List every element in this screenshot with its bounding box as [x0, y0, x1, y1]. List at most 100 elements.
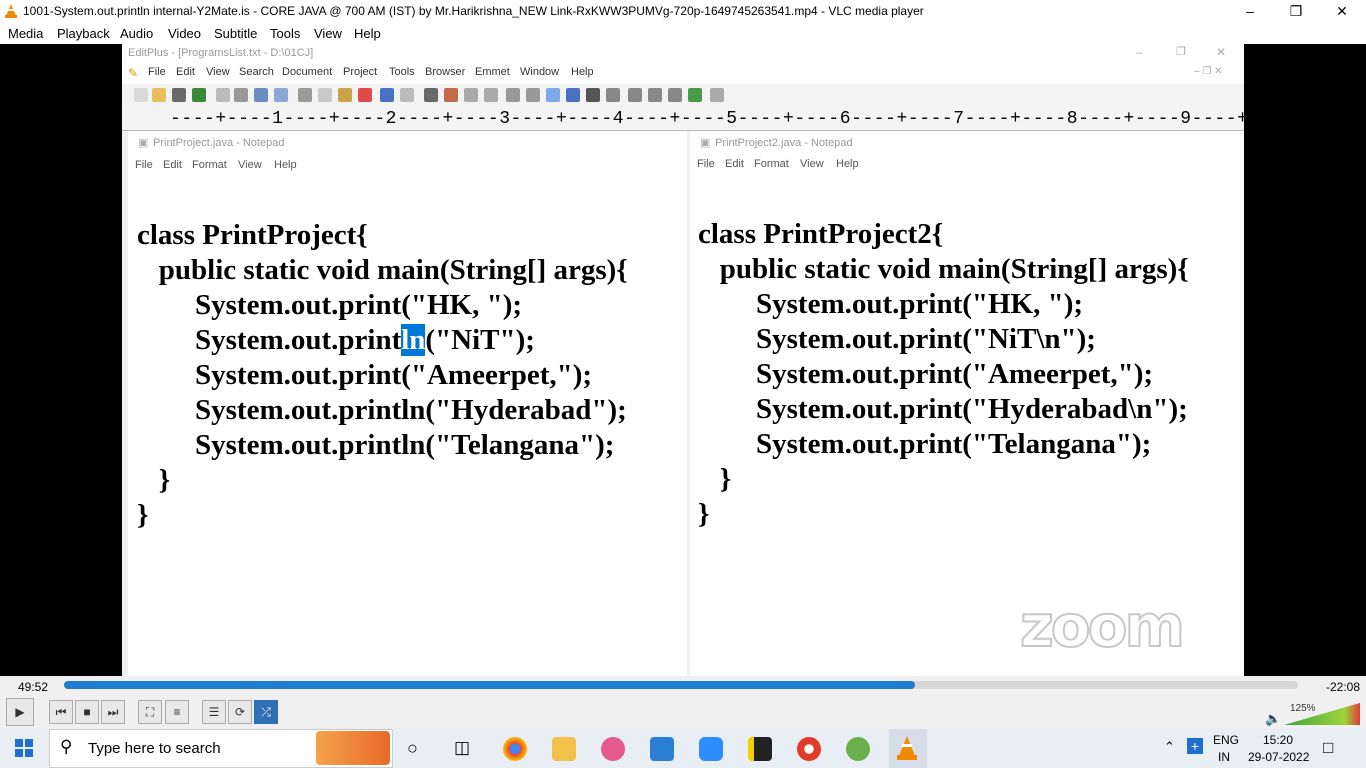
restore-button[interactable]: ❐ — [1273, 0, 1319, 23]
editplus-title: EditPlus - [ProgramsList.txt - D:\01CJ] — [128, 47, 314, 59]
ruler-text: ----+----1----+----2----+----3----+----4… — [170, 109, 1244, 129]
add-icon[interactable]: + — [1187, 738, 1203, 754]
windows-start-icon[interactable] — [15, 739, 33, 757]
notepad-left: ▣ PrintProject.java - Notepad File Edit … — [128, 131, 687, 676]
cortana-icon[interactable]: ○ — [407, 738, 418, 759]
code-line: } — [698, 498, 710, 530]
np-left-menu-file: File — [135, 159, 153, 171]
np-left-menu-edit: Edit — [163, 159, 182, 171]
code-line: System.out.print("NiT\n"); — [698, 323, 1096, 355]
clock-date[interactable]: 29-07-2022 — [1248, 750, 1309, 764]
undo-icon — [380, 88, 394, 102]
menu-playback[interactable]: Playback — [57, 26, 110, 41]
np-right-menu-file: File — [697, 158, 715, 170]
help-icon — [710, 88, 724, 102]
code-text: System.out.print — [137, 324, 402, 356]
replace-icon — [444, 88, 458, 102]
editplus-title-bar: EditPlus - [ProgramsList.txt - D:\01CJ] … — [122, 44, 1244, 64]
np-left-menu-format: Format — [192, 159, 227, 171]
hex-icon — [526, 88, 540, 102]
code-line: public static void main(String[] args){ — [698, 253, 1189, 285]
extended-settings-button[interactable]: ≡ — [165, 700, 189, 724]
notepad-right-title: PrintProject2.java - Notepad — [715, 137, 853, 149]
find-in-files-icon — [464, 88, 478, 102]
cliptext-icon — [648, 88, 662, 102]
editplus-ruler: ----+----1----+----2----+----3----+----4… — [122, 108, 1244, 131]
close-button[interactable]: ✕ — [1319, 0, 1365, 23]
ep-menu-search: Search — [239, 66, 274, 78]
pencil-icon: ✎ — [128, 66, 139, 80]
ep-menu-emmet: Emmet — [475, 66, 510, 78]
line-number-icon — [566, 88, 580, 102]
code-line: System.out.print("Hyderabad\n"); — [698, 393, 1188, 425]
window-title: 1001-System.out.println internal-Y2Mate.… — [23, 4, 924, 18]
menu-view[interactable]: View — [314, 26, 342, 41]
editplus-close-icon: ✕ — [1216, 45, 1227, 59]
vlc-menu-bar — [0, 23, 1366, 44]
snipping-tool-icon[interactable] — [601, 737, 625, 761]
editplus-restore-icon: ❐ — [1176, 46, 1186, 58]
menu-audio[interactable]: Audio — [120, 26, 153, 41]
loop-button[interactable]: ⟳ — [228, 700, 252, 724]
editplus-toolbar — [122, 84, 1244, 109]
shuffle-button[interactable]: ⤮ — [254, 700, 278, 724]
recorder-icon[interactable] — [797, 737, 821, 761]
task-view-icon[interactable]: ◫ — [454, 738, 470, 758]
save-all-icon — [192, 88, 206, 102]
toolbar-icon — [628, 88, 642, 102]
font-icon — [506, 88, 520, 102]
ep-menu-window: Window — [520, 66, 560, 78]
selected-text: ln — [401, 324, 426, 356]
search-icon: ⚲ — [60, 737, 73, 756]
paste-icon — [338, 88, 352, 102]
microsoft-store-icon[interactable] — [650, 737, 674, 761]
notifications-icon[interactable]: □ — [1323, 738, 1333, 758]
stop-button[interactable]: ■ — [75, 700, 99, 724]
np-right-menu-edit: Edit — [725, 158, 744, 170]
notepad-icon: ▣ — [700, 137, 711, 149]
spell-check-icon — [254, 88, 268, 102]
code-line: System.out.println("Hyderabad"); — [137, 394, 627, 426]
previous-button[interactable]: ⏮ — [49, 700, 73, 724]
zoom-app-icon[interactable] — [699, 737, 723, 761]
spring-tool-icon[interactable] — [846, 737, 870, 761]
ep-menu-view: View — [206, 66, 230, 78]
chrome-icon[interactable] — [503, 737, 527, 761]
notepad-left-title: PrintProject.java - Notepad — [153, 137, 285, 149]
menu-subtitle[interactable]: Subtitle — [214, 26, 257, 41]
volume-icon[interactable]: 🔈 — [1265, 711, 1281, 727]
language-indicator[interactable]: ENG — [1213, 733, 1239, 747]
zoom-watermark-logo: zoom — [1019, 591, 1186, 661]
menu-media[interactable]: Media — [8, 26, 43, 41]
settings-gear-icon — [606, 88, 620, 102]
notepad-icon: ▣ — [138, 137, 149, 149]
menu-video[interactable]: Video — [168, 26, 201, 41]
code-line: System.out.print("HK, "); — [698, 288, 1084, 320]
code-line: System.out.print("Ameerpet,"); — [137, 359, 593, 391]
menu-tools[interactable]: Tools — [270, 26, 300, 41]
goto-line-icon — [484, 88, 498, 102]
ep-menu-file: File — [148, 66, 166, 78]
code-text: ("NiT"); — [425, 324, 535, 356]
ep-menu-browser: Browser — [425, 66, 466, 78]
chevron-up-icon[interactable]: ⌃ — [1164, 739, 1175, 755]
play-button[interactable]: ▶ — [6, 698, 34, 726]
volume-level: 125% — [1290, 703, 1316, 714]
menu-help[interactable]: Help — [354, 26, 381, 41]
clock-time[interactable]: 15:20 — [1263, 733, 1293, 747]
editplus-minimize-icon: – — [1136, 45, 1143, 59]
minimize-button[interactable]: – — [1227, 0, 1273, 23]
find-icon — [424, 88, 438, 102]
file-explorer-icon[interactable] — [552, 737, 576, 761]
doc-window-buttons: – ❐ ✕ — [1194, 66, 1223, 77]
ruler-icon — [586, 88, 600, 102]
playlist-button[interactable]: ☰ — [202, 700, 226, 724]
print-preview-icon — [216, 88, 230, 102]
vlc-taskbar-icon — [897, 736, 917, 760]
print-icon — [234, 88, 248, 102]
delete-icon — [358, 88, 372, 102]
fullscreen-button[interactable]: ⛶ — [138, 700, 162, 724]
new-file-icon — [134, 88, 148, 102]
next-button[interactable]: ⏭ — [101, 700, 125, 724]
sticky-notes-icon[interactable] — [748, 737, 772, 761]
